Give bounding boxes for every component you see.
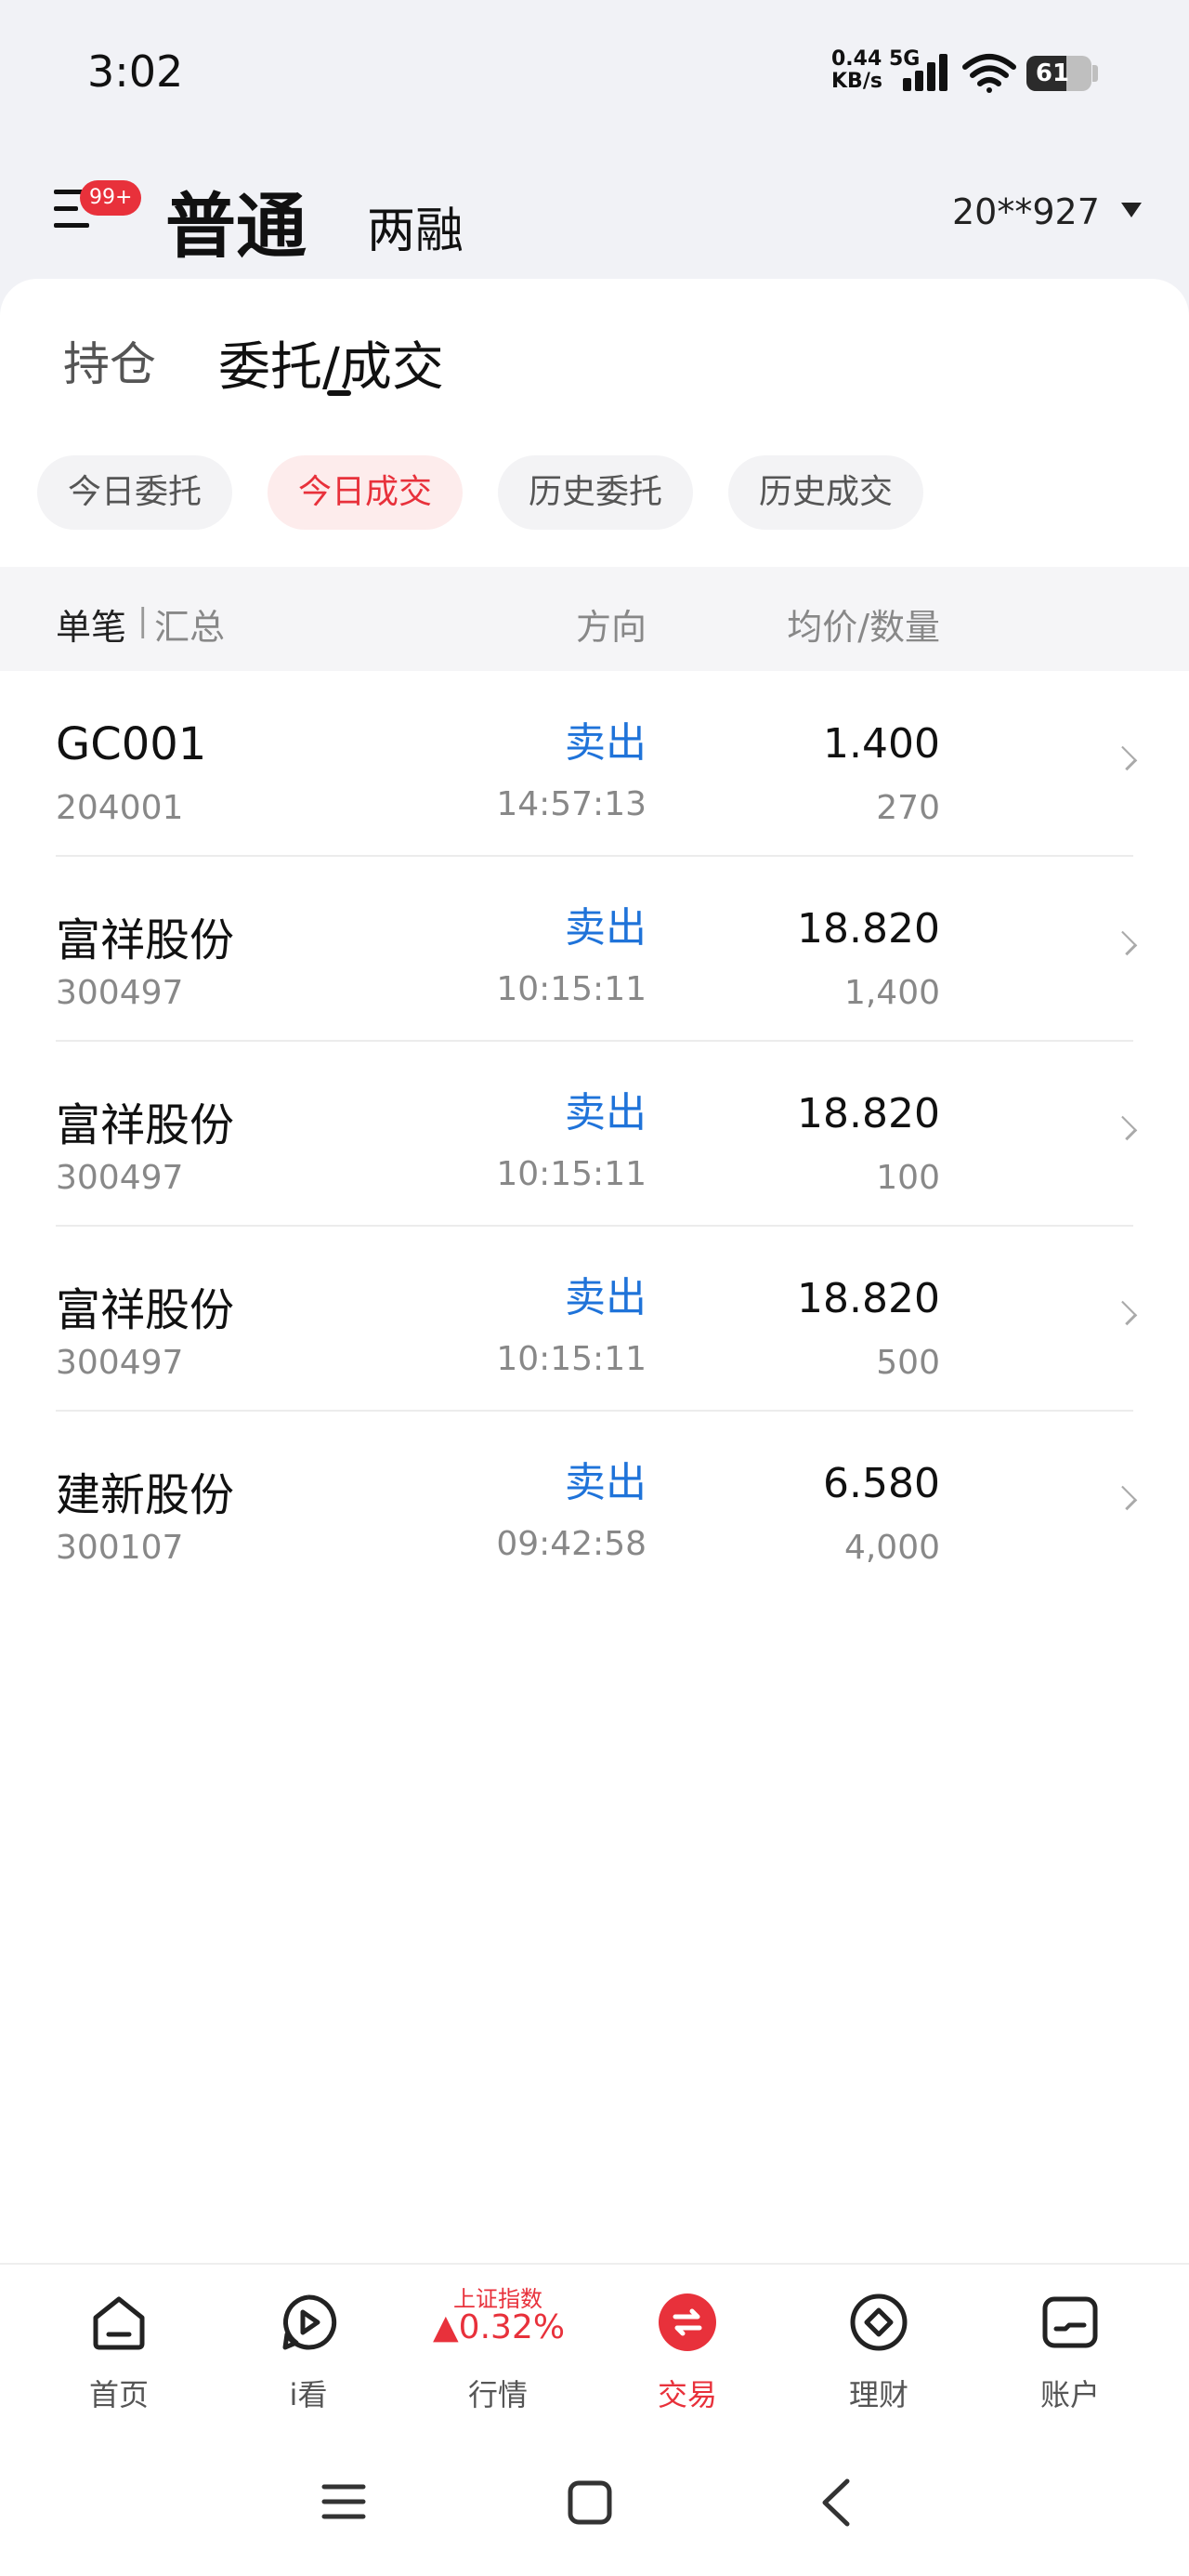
tab-orders-sep: / <box>322 337 340 398</box>
trade-price: 18.820 <box>797 1275 940 1322</box>
stock-name: 富祥股份 <box>56 914 235 966</box>
stock-code: 300497 <box>56 974 184 1012</box>
recent-apps-icon[interactable] <box>321 2481 366 2522</box>
nav-account-label: 账户 <box>1039 2377 1100 2412</box>
nav-market-label: 行情 <box>467 2377 528 2412</box>
nav-trade-label: 交易 <box>657 2377 717 2412</box>
signal-icon <box>903 54 947 91</box>
trade-time: 14:57:13 <box>496 785 647 823</box>
nav-watch[interactable]: i看 <box>243 2286 373 2416</box>
stock-code: 300497 <box>56 1344 184 1382</box>
tab-orders-label: 委托 <box>218 337 322 398</box>
chevron-right-icon <box>1112 930 1138 956</box>
trade-swap-icon <box>659 2293 716 2351</box>
stock-name: 富祥股份 <box>56 1099 235 1151</box>
trade-price: 18.820 <box>797 905 940 953</box>
table-row[interactable]: 富祥股份 300497 卖出 10:15:11 18.820 100 <box>0 1042 1189 1227</box>
trade-quantity: 100 <box>876 1159 940 1197</box>
chevron-right-icon <box>1112 1300 1138 1326</box>
toggle-single[interactable]: 单笔 <box>56 598 126 650</box>
filter-history-orders[interactable]: 历史委托 <box>498 455 694 530</box>
nav-watch-label: i看 <box>289 2377 328 2412</box>
trade-time: 10:15:11 <box>496 1340 647 1378</box>
trade-direction: 卖出 <box>565 904 647 952</box>
trade-quantity: 1,400 <box>843 974 940 1012</box>
home-button-icon[interactable] <box>567 2479 613 2526</box>
trade-price: 6.580 <box>823 1460 940 1507</box>
net-speed-unit: KB/s <box>831 70 882 93</box>
table-row[interactable]: 富祥股份 300497 卖出 10:15:11 18.820 1,400 <box>0 857 1189 1042</box>
status-bar: 3:02 0.44 5G KB/s 61 <box>0 0 1189 149</box>
finance-icon <box>850 2293 908 2351</box>
trade-quantity: 4,000 <box>843 1529 940 1567</box>
nav-finance[interactable]: 理财 <box>814 2286 944 2416</box>
notification-badge: 99+ <box>80 180 142 216</box>
wallet-icon <box>1042 2296 1098 2348</box>
tab-orders-trades[interactable]: 委托/成交 <box>218 325 444 401</box>
nav-account[interactable]: 账户 <box>1005 2286 1135 2416</box>
chevron-down-icon[interactable] <box>1121 203 1142 217</box>
back-icon[interactable] <box>817 2477 855 2528</box>
table-row[interactable]: 建新股份 300107 卖出 09:42:58 6.580 4,000 <box>0 1412 1189 1597</box>
trade-time: 10:15:11 <box>496 970 647 1008</box>
filter-today-trades[interactable]: 今日成交 <box>268 455 464 530</box>
trade-direction: 卖出 <box>565 1459 647 1506</box>
trade-time: 10:15:11 <box>496 1155 647 1193</box>
stock-code: 204001 <box>56 789 184 827</box>
net-speed-value: 0.44 <box>831 47 882 71</box>
filter-history-trades[interactable]: 历史成交 <box>728 455 924 530</box>
table-row[interactable]: GC001 204001 卖出 14:57:13 1.400 270 <box>0 672 1189 857</box>
battery-icon: 61 <box>1026 56 1091 91</box>
column-direction: 方向 <box>575 607 647 648</box>
active-tab-indicator <box>327 390 351 396</box>
tab-normal-account[interactable]: 普通 <box>165 169 307 271</box>
battery-tip <box>1092 65 1098 82</box>
nav-trade[interactable]: 交易 <box>622 2286 752 2416</box>
tab-trades-label: 成交 <box>339 337 444 398</box>
trade-price: 1.400 <box>823 720 940 768</box>
index-change: ▲0.32% <box>433 2308 566 2346</box>
toggle-separator: | <box>137 602 149 639</box>
trade-quantity: 500 <box>876 1344 940 1382</box>
trade-direction: 卖出 <box>565 1274 647 1321</box>
stock-name: GC001 <box>56 718 207 770</box>
account-selector[interactable]: 20**927 <box>952 191 1100 232</box>
table-row[interactable]: 富祥股份 300497 卖出 10:15:11 18.820 500 <box>0 1227 1189 1412</box>
tab-positions[interactable]: 持仓 <box>63 327 156 394</box>
nav-market[interactable]: 上证指数 ▲0.32% 行情 <box>433 2286 566 2416</box>
trade-direction: 卖出 <box>565 719 647 767</box>
nav-finance-label: 理财 <box>848 2377 908 2412</box>
column-price-quantity: 均价/数量 <box>787 607 940 648</box>
trade-direction: 卖出 <box>565 1089 647 1137</box>
chevron-right-icon <box>1112 1485 1138 1511</box>
stock-code: 300497 <box>56 1159 184 1197</box>
chevron-right-icon <box>1112 745 1138 771</box>
trade-price: 18.820 <box>797 1090 940 1137</box>
play-icon <box>282 2294 337 2350</box>
stock-name: 建新股份 <box>56 1469 235 1521</box>
nav-home[interactable]: 首页 <box>54 2286 184 2416</box>
toggle-summary[interactable]: 汇总 <box>154 598 225 650</box>
tab-margin-account[interactable]: 两融 <box>367 191 464 261</box>
filter-today-orders[interactable]: 今日委托 <box>37 455 233 530</box>
stock-name: 富祥股份 <box>56 1284 235 1336</box>
wifi-icon <box>962 54 1016 93</box>
trade-time: 09:42:58 <box>496 1525 647 1563</box>
home-icon <box>93 2296 145 2350</box>
trade-quantity: 270 <box>876 789 940 827</box>
status-time: 3:02 <box>87 46 184 97</box>
stock-code: 300107 <box>56 1529 184 1567</box>
nav-home-label: 首页 <box>88 2377 149 2412</box>
battery-level: 61 <box>1035 59 1070 87</box>
chevron-right-icon <box>1112 1115 1138 1141</box>
